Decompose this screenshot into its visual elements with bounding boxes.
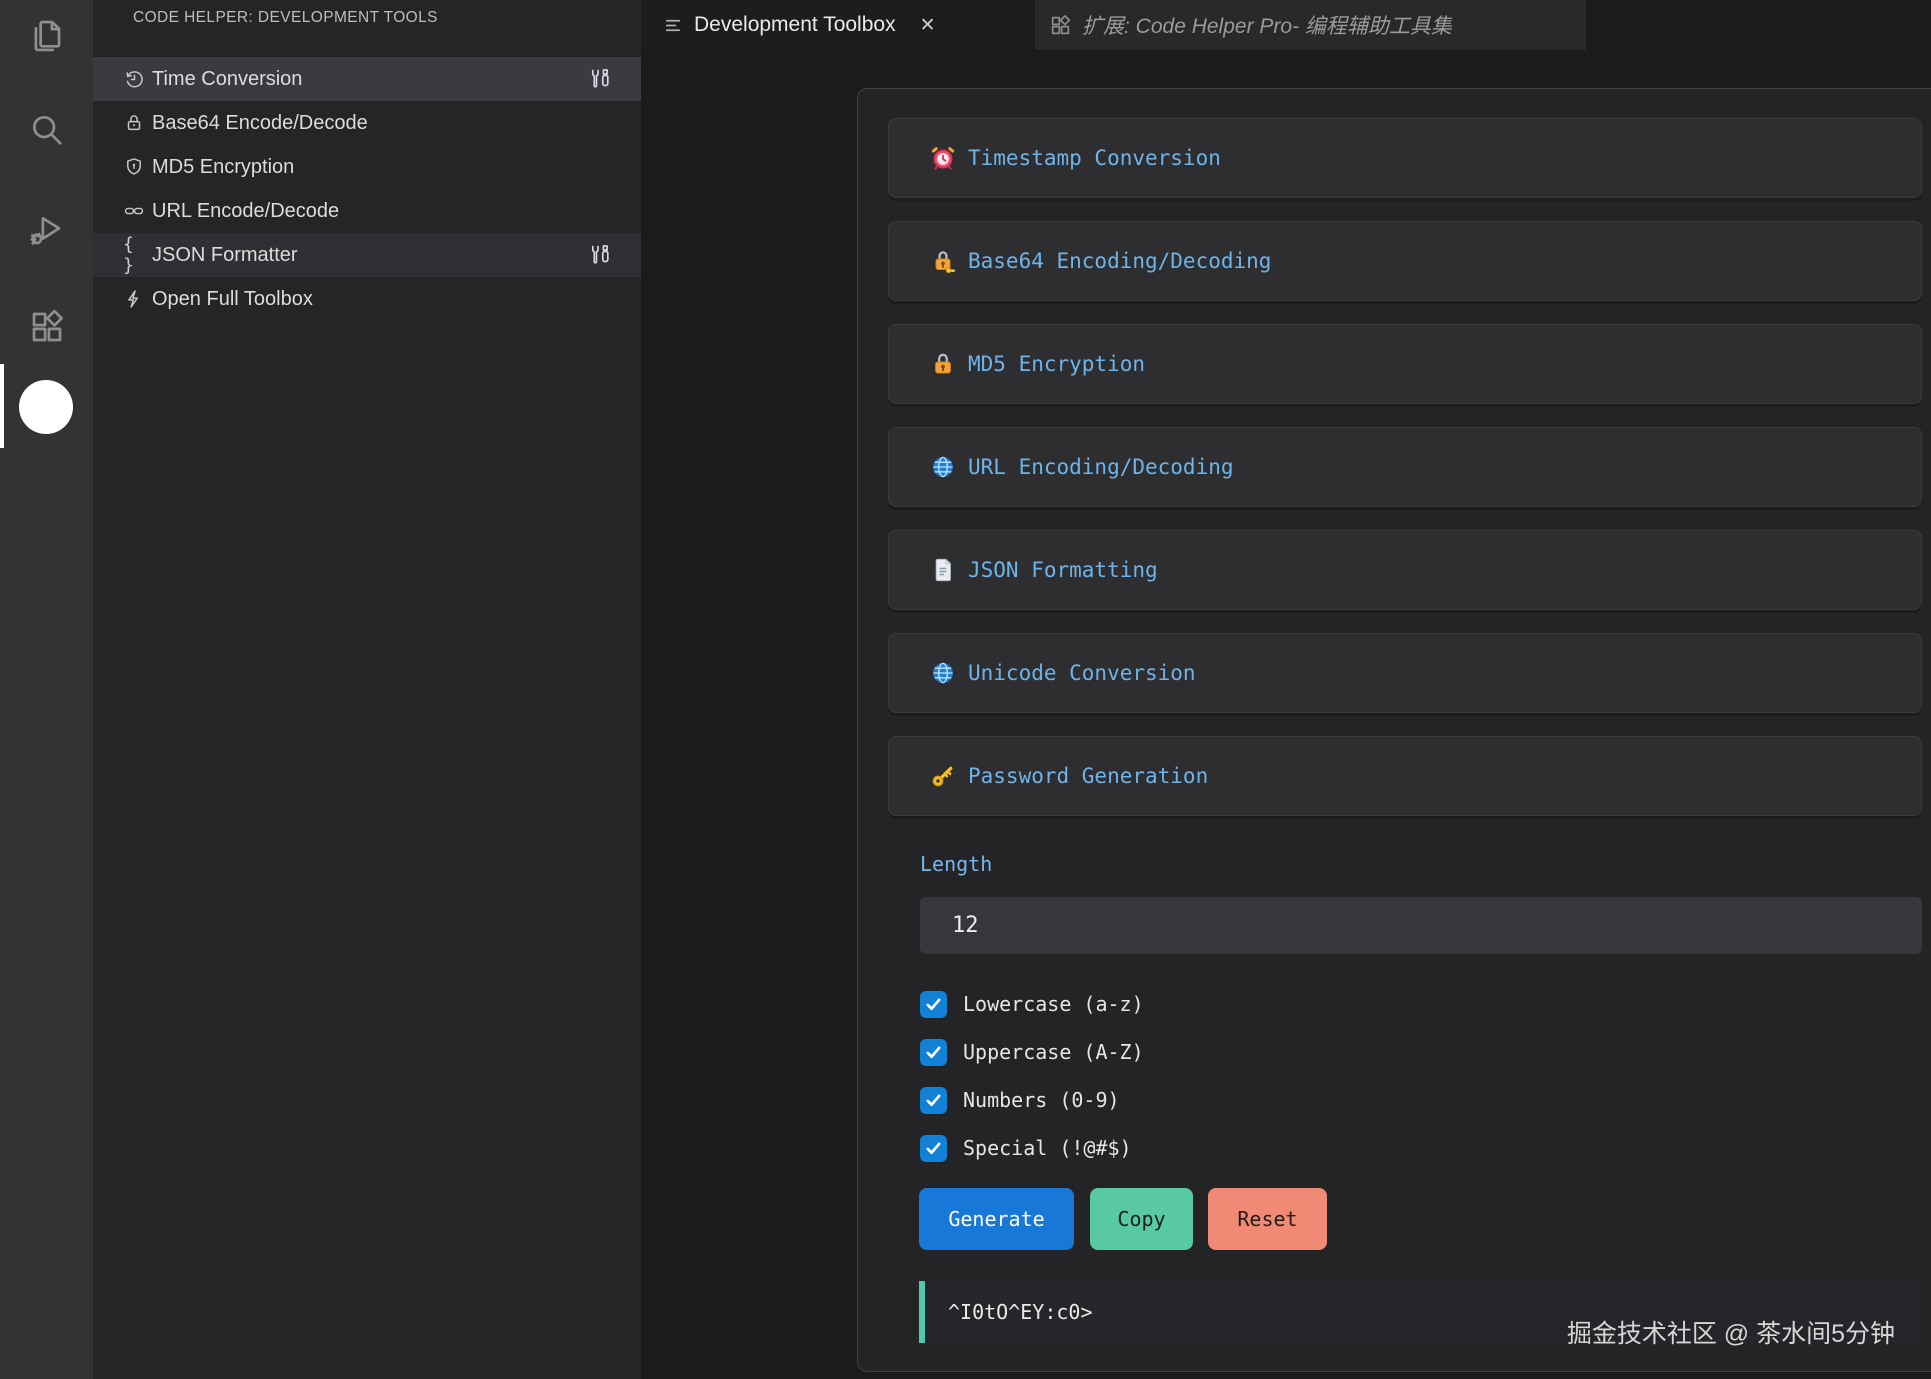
globe-icon bbox=[929, 659, 957, 687]
length-label: Length bbox=[920, 852, 992, 876]
vscode-window: CODE HELPER: DEVELOPMENT TOOLS Time Conv… bbox=[0, 0, 1931, 1379]
padlock-icon bbox=[929, 350, 957, 378]
panel-bottom-edge bbox=[641, 1372, 1931, 1379]
list-icon bbox=[663, 15, 684, 36]
copy-button[interactable]: Copy bbox=[1090, 1188, 1193, 1250]
section-label: Password Generation bbox=[968, 764, 1208, 788]
extensions-icon[interactable] bbox=[0, 297, 93, 357]
sidebar-item-json[interactable]: { } JSON Formatter bbox=[93, 233, 641, 277]
generate-button[interactable]: Generate bbox=[919, 1188, 1074, 1250]
checkbox-uppercase[interactable]: Uppercase (A-Z) bbox=[920, 1035, 1144, 1069]
explorer-icon[interactable] bbox=[0, 6, 93, 66]
alarm-clock-icon bbox=[929, 144, 957, 172]
checkbox-label: Special (!@#$) bbox=[963, 1136, 1132, 1160]
globe-icon bbox=[929, 453, 957, 481]
close-icon[interactable]: ✕ bbox=[920, 14, 936, 37]
code-helper-extension-icon[interactable] bbox=[19, 380, 73, 434]
sidebar: CODE HELPER: DEVELOPMENT TOOLS Time Conv… bbox=[93, 0, 641, 1379]
section-label: URL Encoding/Decoding bbox=[968, 455, 1234, 479]
tab-development-toolbox[interactable]: Development Toolbox ✕ bbox=[641, 0, 1022, 50]
section-label: Unicode Conversion bbox=[968, 661, 1196, 685]
section-md5[interactable]: MD5 Encryption bbox=[888, 324, 1922, 404]
sidebar-item-label: Open Full Toolbox bbox=[152, 288, 313, 311]
tab-title: Development Toolbox bbox=[694, 13, 896, 37]
sidebar-item-md5[interactable]: MD5 Encryption bbox=[93, 145, 641, 189]
checkbox-label: Uppercase (A-Z) bbox=[963, 1040, 1144, 1064]
watermark-text: 掘金技术社区 @ 茶水间5分钟 bbox=[1567, 1314, 1895, 1350]
locked-with-key-icon bbox=[929, 247, 957, 275]
sidebar-item-label: Base64 Encode/Decode bbox=[152, 112, 368, 135]
section-url[interactable]: URL Encoding/Decoding bbox=[888, 427, 1922, 507]
lock-icon bbox=[123, 112, 145, 134]
tool-tree: Time Conversion Bas bbox=[93, 57, 641, 321]
section-unicode[interactable]: Unicode Conversion bbox=[888, 633, 1922, 713]
key-icon bbox=[929, 762, 957, 790]
checkbox-label: Numbers (0-9) bbox=[963, 1088, 1120, 1112]
sidebar-item-url[interactable]: URL Encode/Decode bbox=[93, 189, 641, 233]
link-icon bbox=[123, 200, 145, 222]
sidebar-title: CODE HELPER: DEVELOPMENT TOOLS bbox=[133, 9, 438, 27]
tab-extension-page[interactable]: 扩展: Code Helper Pro- 编程辅助工具集 bbox=[1035, 0, 1586, 50]
active-view-indicator bbox=[0, 364, 4, 448]
extensions-icon bbox=[1049, 14, 1072, 37]
checkbox-checked-icon[interactable] bbox=[920, 1087, 947, 1114]
tab-title: 扩展: Code Helper Pro- 编程辅助工具集 bbox=[1082, 10, 1452, 40]
length-input[interactable] bbox=[920, 897, 1922, 954]
sidebar-item-label: URL Encode/Decode bbox=[152, 200, 339, 223]
section-label: Timestamp Conversion bbox=[968, 146, 1221, 170]
reset-button[interactable]: Reset bbox=[1208, 1188, 1327, 1250]
shield-icon bbox=[123, 156, 145, 178]
checkbox-checked-icon[interactable] bbox=[920, 1039, 947, 1066]
checkbox-checked-icon[interactable] bbox=[920, 991, 947, 1018]
section-label: Base64 Encoding/Decoding bbox=[968, 249, 1271, 273]
section-base64[interactable]: Base64 Encoding/Decoding bbox=[888, 221, 1922, 301]
sidebar-item-label: JSON Formatter bbox=[152, 244, 298, 267]
sidebar-item-open-toolbox[interactable]: Open Full Toolbox bbox=[93, 277, 641, 321]
section-timestamp-conversion[interactable]: Timestamp Conversion bbox=[888, 118, 1922, 198]
section-label: MD5 Encryption bbox=[968, 352, 1145, 376]
section-label: JSON Formatting bbox=[968, 558, 1158, 582]
activity-bar bbox=[0, 0, 93, 1379]
sidebar-item-label: MD5 Encryption bbox=[152, 156, 294, 179]
checkbox-checked-icon[interactable] bbox=[920, 1135, 947, 1162]
section-json[interactable]: JSON Formatting bbox=[888, 530, 1922, 610]
tools-action-icon[interactable] bbox=[589, 244, 611, 266]
checkbox-lowercase[interactable]: Lowercase (a-z) bbox=[920, 987, 1144, 1021]
sidebar-item-base64[interactable]: Base64 Encode/Decode bbox=[93, 101, 641, 145]
checkbox-special[interactable]: Special (!@#$) bbox=[920, 1131, 1132, 1165]
checkbox-label: Lowercase (a-z) bbox=[963, 992, 1144, 1016]
search-icon[interactable] bbox=[0, 100, 93, 160]
section-password[interactable]: Password Generation bbox=[888, 736, 1922, 816]
checkbox-numbers[interactable]: Numbers (0-9) bbox=[920, 1083, 1120, 1117]
document-icon bbox=[929, 556, 957, 584]
sidebar-item-time-conversion[interactable]: Time Conversion bbox=[93, 57, 641, 101]
braces-icon: { } bbox=[123, 244, 145, 266]
history-icon bbox=[123, 68, 145, 90]
tool-section-list: Timestamp Conversion Base64 Encoding/Dec… bbox=[888, 118, 1922, 839]
run-debug-icon[interactable] bbox=[0, 200, 93, 260]
tools-action-icon[interactable] bbox=[589, 68, 611, 90]
sidebar-item-label: Time Conversion bbox=[152, 68, 302, 91]
zap-icon bbox=[123, 288, 145, 310]
editor-tab-bar: Development Toolbox ✕ 扩展: Code Helper Pr… bbox=[641, 0, 1931, 50]
